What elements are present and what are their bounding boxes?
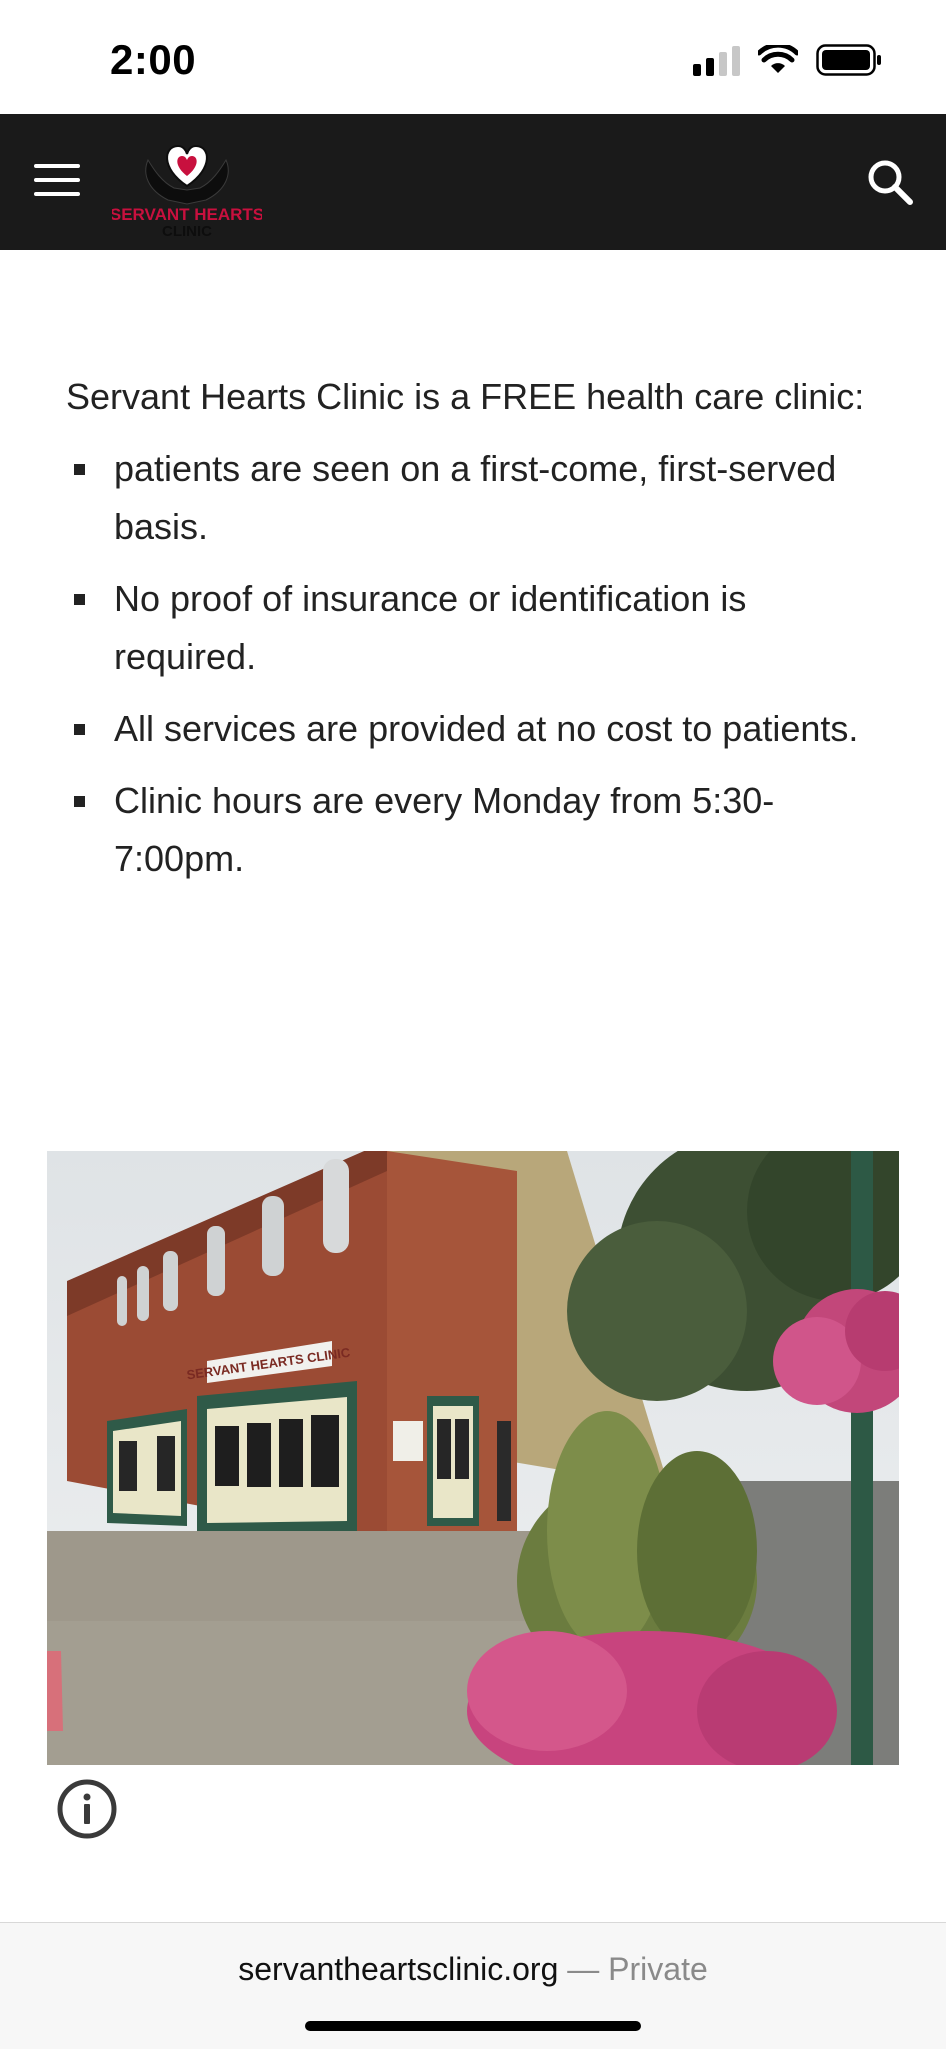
battery-icon [816, 44, 881, 76]
bullet-icon [74, 724, 85, 735]
status-icons [693, 44, 882, 76]
info-list: patients are seen on a first-come, first… [66, 440, 866, 888]
home-indicator[interactable] [305, 2021, 641, 2031]
url-display[interactable]: servantheartsclinic.org — Private [0, 1951, 946, 1988]
bullet-icon [74, 594, 85, 605]
cellular-signal-icon [693, 44, 740, 76]
info-icon[interactable] [56, 1778, 118, 1840]
status-time: 2:00 [110, 36, 197, 83]
status-bar: 2:00 [0, 0, 946, 114]
svg-text:SERVANT HEARTS: SERVANT HEARTS [112, 205, 262, 224]
list-item: patients are seen on a first-come, first… [66, 440, 866, 556]
list-item-text: patients are seen on a first-come, first… [114, 448, 837, 547]
intro-text: Servant Hearts Clinic is a FREE health c… [66, 376, 865, 417]
url-separator: — [558, 1951, 609, 1987]
site-header: SERVANT HEARTS CLINIC [0, 114, 946, 250]
url-domain: servantheartsclinic.org [238, 1951, 559, 1987]
bullet-icon [74, 796, 85, 807]
private-mode-label: Private [608, 1951, 708, 1987]
list-item-text: Clinic hours are every Monday from 5:30-… [114, 780, 775, 879]
list-item-text: All services are provided at no cost to … [114, 708, 859, 749]
hamburger-menu-icon[interactable] [34, 164, 80, 198]
clinic-info: Servant Hearts Clinic is a FREE health c… [66, 368, 866, 902]
browser-address-bar: servantheartsclinic.org — Private [0, 1922, 946, 2049]
site-logo[interactable]: SERVANT HEARTS CLINIC [110, 130, 264, 240]
wifi-icon [758, 45, 798, 73]
list-item: No proof of insurance or identification … [66, 570, 866, 686]
clinic-building-photo: SERVANT HEARTS CLINIC [47, 1151, 899, 1765]
heart-hands-icon: SERVANT HEARTS CLINIC [110, 144, 264, 240]
list-item-text: No proof of insurance or identification … [114, 578, 747, 677]
list-item: Clinic hours are every Monday from 5:30-… [66, 772, 866, 888]
search-icon[interactable] [864, 156, 916, 208]
bullet-icon [74, 464, 85, 475]
svg-text:CLINIC: CLINIC [162, 223, 212, 238]
list-item: All services are provided at no cost to … [66, 700, 866, 758]
